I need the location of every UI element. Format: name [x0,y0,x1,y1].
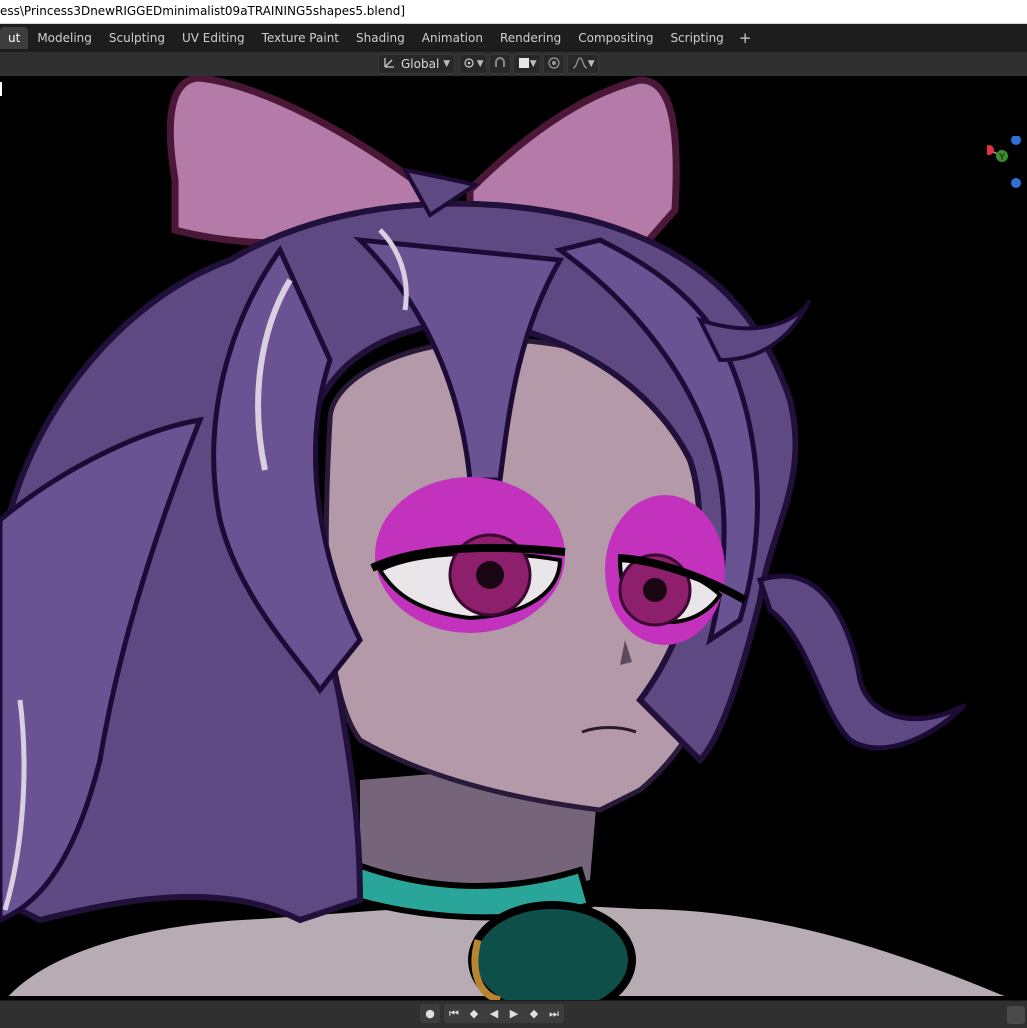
3d-viewport[interactable]: Y [0,76,1027,1000]
chevron-down-icon: ▼ [476,59,484,69]
timeline-options-button[interactable] [1007,1006,1025,1024]
next-keyframe-button[interactable]: ◆ [524,1004,544,1023]
snap-icon [493,56,507,73]
axis-z-icon [1011,135,1021,145]
header-tools: Global ▼ ▼ ▼ ▼ [378,54,601,74]
pivot-point-icon [463,56,477,73]
hair-strand-side [756,573,967,751]
workspace-tab-bar: ut Modeling Sculpting UV Editing Texture… [0,24,1027,52]
playback-button-group: ⏮ ◆ ◀ ▶ ◆ ⏭ [444,1004,564,1023]
chevron-down-icon: ▼ [587,59,595,69]
character-render [0,76,1027,1000]
tab-uv-editing[interactable]: UV Editing [174,27,253,49]
proportional-edit-toggle[interactable] [543,54,566,74]
play-button[interactable]: ▶ [504,1004,524,1023]
tab-scripting[interactable]: Scripting [662,27,731,49]
tab-compositing[interactable]: Compositing [570,27,661,49]
tab-rendering[interactable]: Rendering [492,27,569,49]
jump-to-end-button[interactable]: ⏭ [544,1004,564,1023]
play-reverse-button[interactable]: ◀ [484,1004,504,1023]
tab-texture-paint[interactable]: Texture Paint [254,27,347,49]
timeline-footer: ● ⏮ ◆ ◀ ▶ ◆ ⏭ [0,1000,1027,1028]
window-title: ess\Princess3DnewRIGGEDminimalist09aTRAI… [0,4,406,18]
falloff-icon [572,56,588,73]
pivot-point-dropdown[interactable]: ▼ [459,54,488,74]
previous-keyframe-button[interactable]: ◆ [464,1004,484,1023]
snap-toggle[interactable] [489,54,512,74]
transform-orientation-dropdown[interactable]: Global ▼ [378,54,456,74]
falloff-dropdown[interactable]: ▼ [567,54,600,74]
tab-modeling[interactable]: Modeling [29,27,100,49]
chevron-down-icon: ▼ [529,59,537,69]
pupil-left [476,561,504,589]
window-titlebar: ess\Princess3DnewRIGGEDminimalist09aTRAI… [0,0,1027,24]
snap-target-icon [518,57,530,72]
playback-controls: ● ⏮ ◆ ◀ ▶ ◆ ⏭ [420,1004,564,1023]
axis-y-label: Y [998,153,1005,163]
add-workspace-button[interactable]: + [733,29,758,47]
jump-to-start-button[interactable]: ⏮ [444,1004,464,1023]
chevron-down-icon: ▼ [443,59,451,69]
pupil-right [643,578,667,602]
viewport-header: Global ▼ ▼ ▼ ▼ [0,52,1027,77]
tab-layout[interactable]: ut [0,27,29,49]
record-button[interactable]: ● [420,1004,440,1023]
tab-shading[interactable]: Shading [348,27,413,49]
pendant-gem [468,901,636,1000]
proportional-edit-icon [547,56,561,73]
snap-target-dropdown[interactable]: ▼ [513,54,542,74]
tab-animation[interactable]: Animation [414,27,491,49]
transform-orientation-label: Global [401,57,440,71]
transform-orientation-icon [383,55,397,74]
navigation-gizmo[interactable]: Y [984,135,1027,206]
axis-neg-z-icon [1011,178,1021,188]
axis-x-icon [984,145,994,155]
tab-sculpting[interactable]: Sculpting [101,27,173,49]
